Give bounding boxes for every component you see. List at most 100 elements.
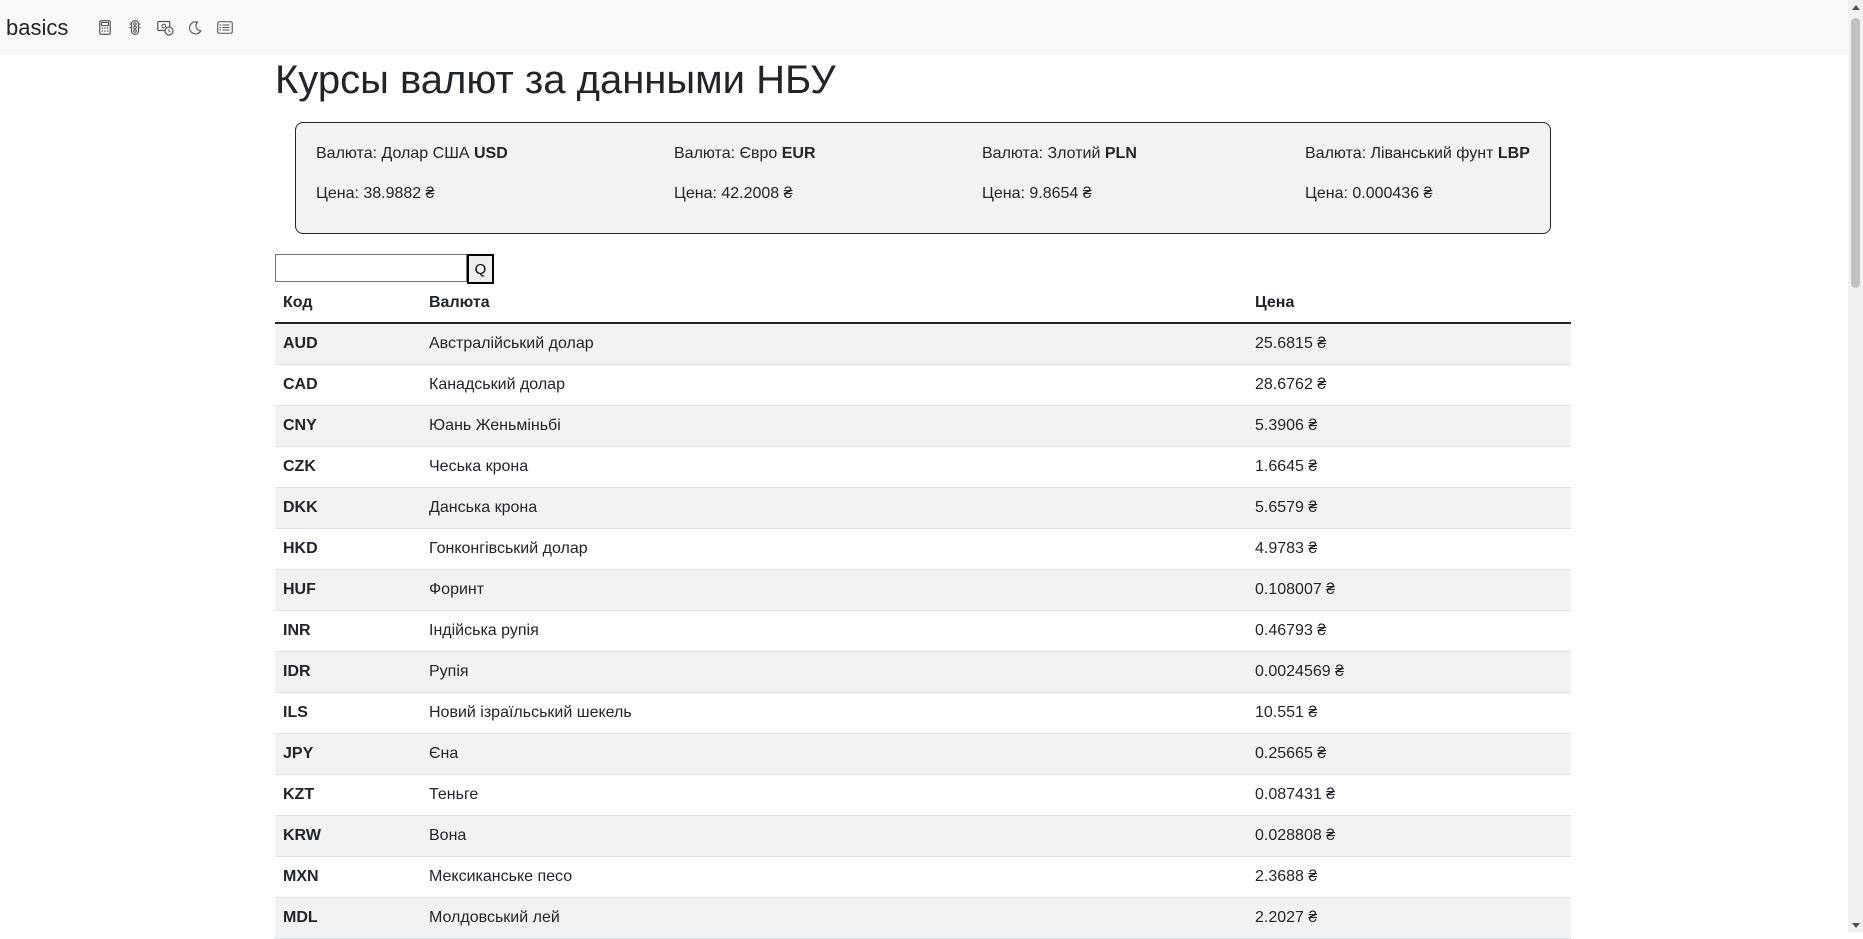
currency-price-cell: 28.6762 ₴ bbox=[1247, 364, 1571, 406]
table-row: HKD Гонконгівський долар 4.9783 ₴ bbox=[275, 528, 1571, 570]
currency-name-cell: Мексиканське песо bbox=[421, 856, 1247, 898]
featured-rate-eur: Валюта: Євро EUR Цена: 42.2008 ₴ bbox=[674, 145, 816, 225]
table-row: KRW Вона 0.028808 ₴ bbox=[275, 815, 1571, 857]
featured-currency-label: Валюта: Злотий bbox=[982, 145, 1105, 162]
currency-price-cell: 2.2027 ₴ bbox=[1247, 897, 1571, 939]
currency-name-cell: Форинт bbox=[421, 569, 1247, 611]
column-header-currency: Валюта bbox=[421, 284, 1247, 324]
currency-name-cell: Єна bbox=[421, 733, 1247, 775]
featured-currency-line: Валюта: Євро EUR bbox=[674, 145, 816, 185]
currency-name-cell: Індійська рупія bbox=[421, 610, 1247, 652]
main-container: Курсы валют за данными НБУ Валюта: Долар… bbox=[275, 55, 1571, 939]
table-row: AUD Австралійський долар 25.6815 ₴ bbox=[275, 323, 1571, 365]
currency-code-cell: HKD bbox=[275, 528, 421, 570]
table-row: CZK Чеська крона 1.6645 ₴ bbox=[275, 446, 1571, 488]
moon-icon[interactable] bbox=[186, 19, 204, 37]
table-row: ILS Новий ізраїльський шекель 10.551 ₴ bbox=[275, 692, 1571, 734]
table-row: INR Індійська рупія 0.46793 ₴ bbox=[275, 610, 1571, 652]
search-bar: Q bbox=[275, 254, 1571, 284]
table-row: CAD Канадський долар 28.6762 ₴ bbox=[275, 364, 1571, 406]
currency-code-cell: MXN bbox=[275, 856, 421, 898]
vertical-scrollbar[interactable] bbox=[1848, 0, 1863, 933]
scrollbar-thumb[interactable] bbox=[1851, 18, 1860, 288]
table-row: IDR Рупія 0.0024569 ₴ bbox=[275, 651, 1571, 693]
currency-name-cell: Австралійський долар bbox=[421, 323, 1247, 365]
featured-currency-line: Валюта: Злотий PLN bbox=[982, 145, 1137, 185]
currency-code-cell: IDR bbox=[275, 651, 421, 693]
currency-price-cell: 0.087431 ₴ bbox=[1247, 774, 1571, 816]
table-row: CNY Юань Женьміньбі 5.3906 ₴ bbox=[275, 405, 1571, 447]
featured-price: Цена: 9.8654 ₴ bbox=[982, 185, 1092, 202]
table-row: HUF Форинт 0.108007 ₴ bbox=[275, 569, 1571, 611]
currency-code-cell: KRW bbox=[275, 815, 421, 857]
currency-price-cell: 4.9783 ₴ bbox=[1247, 528, 1571, 570]
search-button[interactable]: Q bbox=[467, 254, 494, 284]
table-row: DKK Данська крона 5.6579 ₴ bbox=[275, 487, 1571, 529]
currency-price-cell: 2.3688 ₴ bbox=[1247, 856, 1571, 898]
calculator-icon[interactable] bbox=[96, 19, 114, 37]
featured-currency-code: EUR bbox=[781, 145, 816, 162]
table-header-row: Код Валюта Цена bbox=[275, 284, 1571, 324]
traffic-light-icon[interactable] bbox=[126, 19, 144, 37]
currency-price-cell: 0.25665 ₴ bbox=[1247, 733, 1571, 775]
currency-name-cell: Чеська крона bbox=[421, 446, 1247, 488]
table-row: MDL Молдовський лей 2.2027 ₴ bbox=[275, 897, 1571, 939]
currency-name-cell: Канадський долар bbox=[421, 364, 1247, 406]
currency-name-cell: Данська крона bbox=[421, 487, 1247, 529]
currency-code-cell: CNY bbox=[275, 405, 421, 447]
featured-currency-code: USD bbox=[473, 145, 508, 162]
featured-rate-usd: Валюта: Долар США USD Цена: 38.9882 ₴ bbox=[316, 145, 508, 225]
currency-price-cell: 0.46793 ₴ bbox=[1247, 610, 1571, 652]
table-row: KZT Теньге 0.087431 ₴ bbox=[275, 774, 1571, 816]
featured-price: Цена: 38.9882 ₴ bbox=[316, 185, 435, 202]
currency-code-cell: INR bbox=[275, 610, 421, 652]
featured-currency-label: Валюта: Долар США bbox=[316, 145, 474, 162]
featured-price: Цена: 42.2008 ₴ bbox=[674, 185, 793, 202]
featured-currency-label: Валюта: Ліванський фунт bbox=[1305, 145, 1498, 162]
currency-code-cell: MDL bbox=[275, 897, 421, 939]
currency-name-cell: Вона bbox=[421, 815, 1247, 857]
currency-code-cell: DKK bbox=[275, 487, 421, 529]
currency-code-cell: CZK bbox=[275, 446, 421, 488]
column-header-code: Код bbox=[275, 284, 421, 324]
currency-exchange-icon[interactable] bbox=[156, 19, 174, 37]
currency-name-cell: Молдовський лей bbox=[421, 897, 1247, 939]
scroll-up-arrow-icon[interactable] bbox=[1848, 0, 1863, 15]
currency-code-cell: AUD bbox=[275, 323, 421, 365]
currency-price-cell: 1.6645 ₴ bbox=[1247, 446, 1571, 488]
currency-name-cell: Гонконгівський долар bbox=[421, 528, 1247, 570]
currency-price-cell: 25.6815 ₴ bbox=[1247, 323, 1571, 365]
currency-code-cell: KZT bbox=[275, 774, 421, 816]
featured-rates-panel: Валюта: Долар США USD Цена: 38.9882 ₴ Ва… bbox=[295, 122, 1551, 234]
featured-currency-line: Валюта: Долар США USD bbox=[316, 145, 508, 185]
navbar-brand[interactable]: basics bbox=[6, 15, 68, 41]
currency-price-cell: 0.028808 ₴ bbox=[1247, 815, 1571, 857]
currency-price-cell: 0.108007 ₴ bbox=[1247, 569, 1571, 611]
navbar: basics bbox=[0, 0, 1848, 55]
featured-currency-label: Валюта: Євро bbox=[674, 145, 782, 162]
scroll-down-arrow-icon[interactable] bbox=[1848, 918, 1863, 933]
featured-rate-pln: Валюта: Злотий PLN Цена: 9.8654 ₴ bbox=[982, 145, 1137, 225]
card-list-icon[interactable] bbox=[216, 19, 234, 37]
featured-rate-lbp: Валюта: Ліванський фунт LBP Цена: 0.0004… bbox=[1305, 145, 1530, 225]
currency-price-cell: 5.6579 ₴ bbox=[1247, 487, 1571, 529]
column-header-price: Цена bbox=[1247, 284, 1571, 324]
currency-price-cell: 5.3906 ₴ bbox=[1247, 405, 1571, 447]
table-row: MXN Мексиканське песо 2.3688 ₴ bbox=[275, 856, 1571, 898]
currency-name-cell: Новий ізраїльський шекель bbox=[421, 692, 1247, 734]
search-input[interactable] bbox=[275, 254, 467, 282]
table-body: AUD Австралійський долар 25.6815 ₴ CAD Канад… bbox=[275, 323, 1571, 939]
currency-price-cell: 0.0024569 ₴ bbox=[1247, 651, 1571, 693]
currency-table: Код Валюта Цена AUD Австралійський долар 2… bbox=[275, 284, 1571, 939]
table-row: JPY Єна 0.25665 ₴ bbox=[275, 733, 1571, 775]
featured-currency-code: PLN bbox=[1104, 145, 1137, 162]
featured-currency-line: Валюта: Ліванський фунт LBP bbox=[1305, 145, 1530, 185]
currency-code-cell: HUF bbox=[275, 569, 421, 611]
featured-currency-code: LBP bbox=[1497, 145, 1530, 162]
featured-price: Цена: 0.000436 ₴ bbox=[1305, 185, 1433, 202]
currency-code-cell: JPY bbox=[275, 733, 421, 775]
page-title: Курсы валют за данными НБУ bbox=[275, 58, 836, 102]
currency-name-cell: Юань Женьміньбі bbox=[421, 405, 1247, 447]
currency-name-cell: Рупія bbox=[421, 651, 1247, 693]
currency-name-cell: Теньге bbox=[421, 774, 1247, 816]
